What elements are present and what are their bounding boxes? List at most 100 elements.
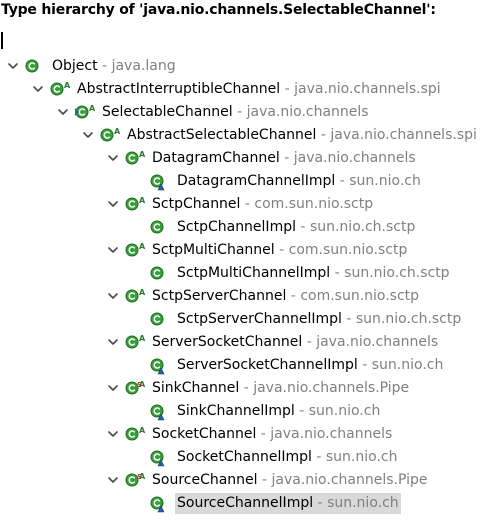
abstract-class-icon: A bbox=[125, 426, 147, 444]
tree-item-label[interactable]: SelectableChannel - java.nio.channels bbox=[100, 102, 371, 123]
static-abstract-class-icon: AS bbox=[125, 472, 147, 490]
tree-row[interactable]: DatagramChannelImpl - sun.nio.ch bbox=[0, 170, 503, 193]
chevron-down-icon[interactable] bbox=[31, 82, 45, 96]
tree-item-label[interactable]: SctpChannel - com.sun.nio.sctp bbox=[150, 194, 375, 215]
chevron-down-icon[interactable] bbox=[106, 335, 120, 349]
chevron-down-icon[interactable] bbox=[56, 105, 70, 119]
tree-item-label[interactable]: SinkChannelImpl - sun.nio.ch bbox=[175, 401, 382, 422]
package-name: sun.nio.ch bbox=[325, 449, 398, 465]
abstract-class-icon: A bbox=[125, 150, 147, 168]
tree-row[interactable]: A AbstractInterruptibleChannel - java.nio… bbox=[0, 78, 503, 101]
tree-row[interactable]: A SctpMultiChannel - com.sun.nio.sctp bbox=[0, 239, 503, 262]
chevron-down-icon[interactable] bbox=[106, 427, 120, 441]
tree-row[interactable]: A SelectableChannel - java.nio.channels bbox=[0, 101, 503, 124]
svg-text:A: A bbox=[139, 334, 146, 343]
tree-row[interactable]: A ServerSocketChannel - java.nio.channels bbox=[0, 331, 503, 354]
label-separator: - bbox=[357, 357, 372, 373]
svg-text:A: A bbox=[139, 288, 146, 297]
package-name: java.nio.channels.spi bbox=[330, 127, 477, 143]
tree-item-label[interactable]: DatagramChannelImpl - sun.nio.ch bbox=[175, 171, 423, 192]
type-name: AbstractInterruptibleChannel bbox=[77, 81, 281, 97]
label-separator: - bbox=[341, 311, 356, 327]
tree-item-label[interactable]: ServerSocketChannel - java.nio.channels bbox=[150, 332, 440, 353]
package-name: sun.nio.ch.sctp bbox=[344, 265, 450, 281]
chevron-down-icon[interactable] bbox=[106, 243, 120, 257]
tree-item-label[interactable]: SourceChannel - java.nio.channels.Pipe bbox=[150, 470, 430, 491]
label-separator: - bbox=[280, 81, 295, 97]
tree-row[interactable]: SinkChannelImpl - sun.nio.ch bbox=[0, 400, 503, 423]
tree-item-label[interactable]: AbstractInterruptibleChannel - java.nio.… bbox=[75, 79, 443, 100]
tree-item-label[interactable]: SctpServerChannel - com.sun.nio.sctp bbox=[150, 286, 421, 307]
tree-item-label[interactable]: SctpMultiChannelImpl - sun.nio.ch.sctp bbox=[175, 263, 452, 284]
type-name: SinkChannelImpl bbox=[177, 403, 295, 419]
tree-row[interactable]: SctpServerChannelImpl - sun.nio.ch.sctp bbox=[0, 308, 503, 331]
tree-item-label[interactable]: SinkChannel - java.nio.channels.Pipe bbox=[150, 378, 411, 399]
implementation-class-icon bbox=[150, 449, 172, 467]
tree-row[interactable]: A SctpChannel - com.sun.nio.sctp bbox=[0, 193, 503, 216]
label-separator: - bbox=[279, 150, 294, 166]
svg-text:A: A bbox=[139, 242, 146, 251]
tree-row[interactable]: SctpChannelImpl - sun.nio.ch.sctp bbox=[0, 216, 503, 239]
tree-item-label[interactable]: SocketChannel - java.nio.channels bbox=[150, 424, 394, 445]
tree-row[interactable]: Object - java.lang bbox=[0, 55, 503, 78]
abstract-class-icon: A bbox=[100, 127, 122, 145]
chevron-down-icon[interactable] bbox=[106, 197, 120, 211]
tree-row[interactable]: A DatagramChannel - java.nio.channels bbox=[0, 147, 503, 170]
chevron-down-icon[interactable] bbox=[106, 289, 120, 303]
svg-text:A: A bbox=[139, 150, 146, 159]
type-name: SourceChannelImpl bbox=[177, 495, 314, 511]
tree-row[interactable]: SourceChannelImpl - sun.nio.ch bbox=[0, 492, 503, 515]
tree-item-label[interactable]: SctpMultiChannel - com.sun.nio.sctp bbox=[150, 240, 409, 261]
text-caret bbox=[1, 32, 3, 49]
hierarchy-filter-input[interactable] bbox=[0, 30, 503, 52]
tree-row[interactable]: SctpMultiChannelImpl - sun.nio.ch.sctp bbox=[0, 262, 503, 285]
label-separator: - bbox=[335, 173, 350, 189]
abstract-class-icon: A bbox=[125, 288, 147, 306]
label-separator: - bbox=[274, 242, 289, 258]
type-name: SctpChannel bbox=[152, 196, 241, 212]
tree-row[interactable]: ServerSocketChannelImpl - sun.nio.ch bbox=[0, 354, 503, 377]
package-name: java.nio.channels bbox=[270, 426, 393, 442]
tree-row[interactable]: A SctpServerChannel - com.sun.nio.sctp bbox=[0, 285, 503, 308]
label-separator: - bbox=[286, 288, 301, 304]
type-name: ServerSocketChannel bbox=[152, 334, 303, 350]
implementation-class-icon bbox=[150, 403, 172, 421]
tree-item-label[interactable]: AbstractSelectableChannel - java.nio.cha… bbox=[125, 125, 479, 146]
label-separator: - bbox=[232, 104, 247, 120]
package-name: java.nio.channels bbox=[316, 334, 439, 350]
chevron-down-icon[interactable] bbox=[106, 381, 120, 395]
chevron-down-icon[interactable] bbox=[106, 473, 120, 487]
tree-item-label[interactable]: SctpServerChannelImpl - sun.nio.ch.sctp bbox=[175, 309, 463, 330]
chevron-down-icon[interactable] bbox=[6, 59, 20, 73]
class-icon bbox=[150, 219, 172, 237]
tree-row[interactable]: A SocketChannel - java.nio.channels bbox=[0, 423, 503, 446]
type-name: DatagramChannel bbox=[152, 150, 280, 166]
type-name: SctpChannelImpl bbox=[177, 219, 296, 235]
chevron-down-icon[interactable] bbox=[81, 128, 95, 142]
package-name: com.sun.nio.sctp bbox=[288, 242, 408, 258]
tree-row[interactable]: SocketChannelImpl - sun.nio.ch bbox=[0, 446, 503, 469]
class-icon bbox=[150, 265, 172, 283]
tree-item-label[interactable]: ServerSocketChannelImpl - sun.nio.ch bbox=[175, 355, 445, 376]
abstract-class-icon: A bbox=[125, 242, 147, 260]
chevron-down-icon[interactable] bbox=[106, 151, 120, 165]
package-name: java.nio.channels.spi bbox=[294, 81, 441, 97]
class-icon bbox=[25, 58, 47, 76]
tree-row[interactable]: A S SinkChannel - java.nio.channels.Pipe bbox=[0, 377, 503, 400]
package-name: java.nio.channels bbox=[293, 150, 416, 166]
package-name: sun.nio.ch bbox=[371, 357, 444, 373]
label-separator: - bbox=[256, 426, 271, 442]
package-name: sun.nio.ch.sctp bbox=[355, 311, 462, 327]
tree-row[interactable]: A AbstractSelectableChannel - java.nio.ch… bbox=[0, 124, 503, 147]
implementation-class-icon bbox=[150, 357, 172, 375]
tree-item-label[interactable]: Object - java.lang bbox=[50, 56, 178, 77]
package-name: java.nio.channels.Pipe bbox=[271, 472, 428, 488]
tree-item-label[interactable]: SctpChannelImpl - sun.nio.ch.sctp bbox=[175, 217, 417, 238]
tree-item-label[interactable]: DatagramChannel - java.nio.channels bbox=[150, 148, 418, 169]
focus-abstract-class-icon: A bbox=[75, 104, 97, 122]
tree-row[interactable]: A S SourceChannel - java.nio.channels.Pipe bbox=[0, 469, 503, 492]
tree-item-label[interactable]: SocketChannelImpl - sun.nio.ch bbox=[175, 447, 399, 468]
package-name: java.nio.channels.Pipe bbox=[253, 380, 410, 396]
label-separator: - bbox=[97, 58, 112, 74]
tree-item-label-selected[interactable]: SourceChannelImpl - sun.nio.ch bbox=[175, 493, 401, 514]
